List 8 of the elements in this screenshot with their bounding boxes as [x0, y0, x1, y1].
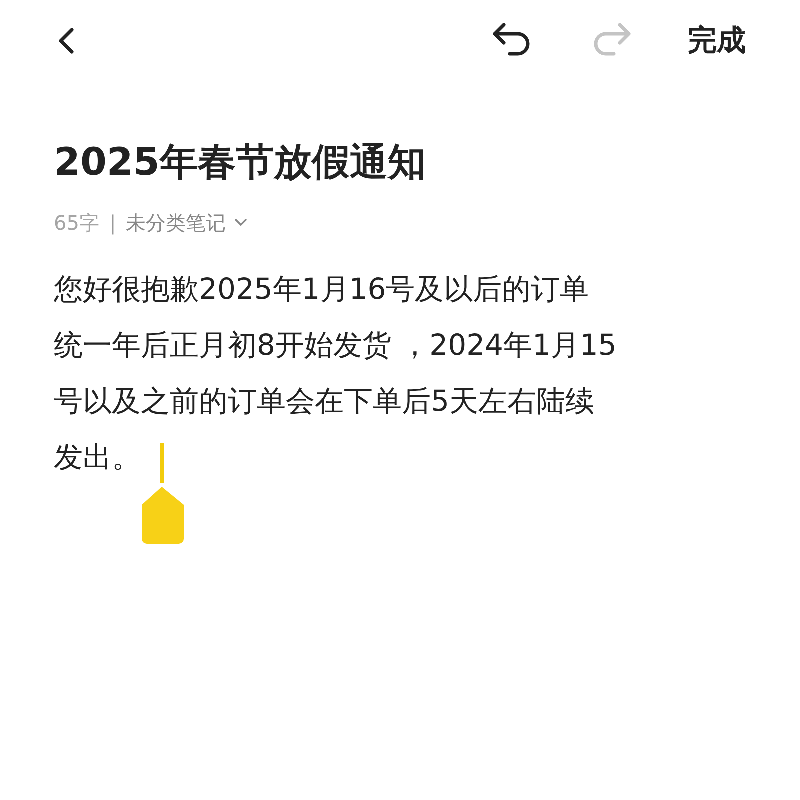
text-cursor-handle-icon[interactable] [140, 442, 186, 545]
note-body-text[interactable]: 您好很抱歉2025年1月16号及以后的订单 统一年后正月初8开始发货 ，2024年1月15 号以及之前的订单会在下单后5天左右陆续 发出。 [54, 260, 746, 485]
done-button[interactable]: 完成 [688, 21, 746, 61]
category-dropdown[interactable]: 未分类笔记 [126, 210, 226, 237]
note-title[interactable]: 2025年春节放假通知 [54, 140, 746, 186]
chevron-down-icon [234, 218, 248, 228]
separator-text: | [109, 211, 116, 236]
word-count: 65字 [54, 210, 100, 237]
